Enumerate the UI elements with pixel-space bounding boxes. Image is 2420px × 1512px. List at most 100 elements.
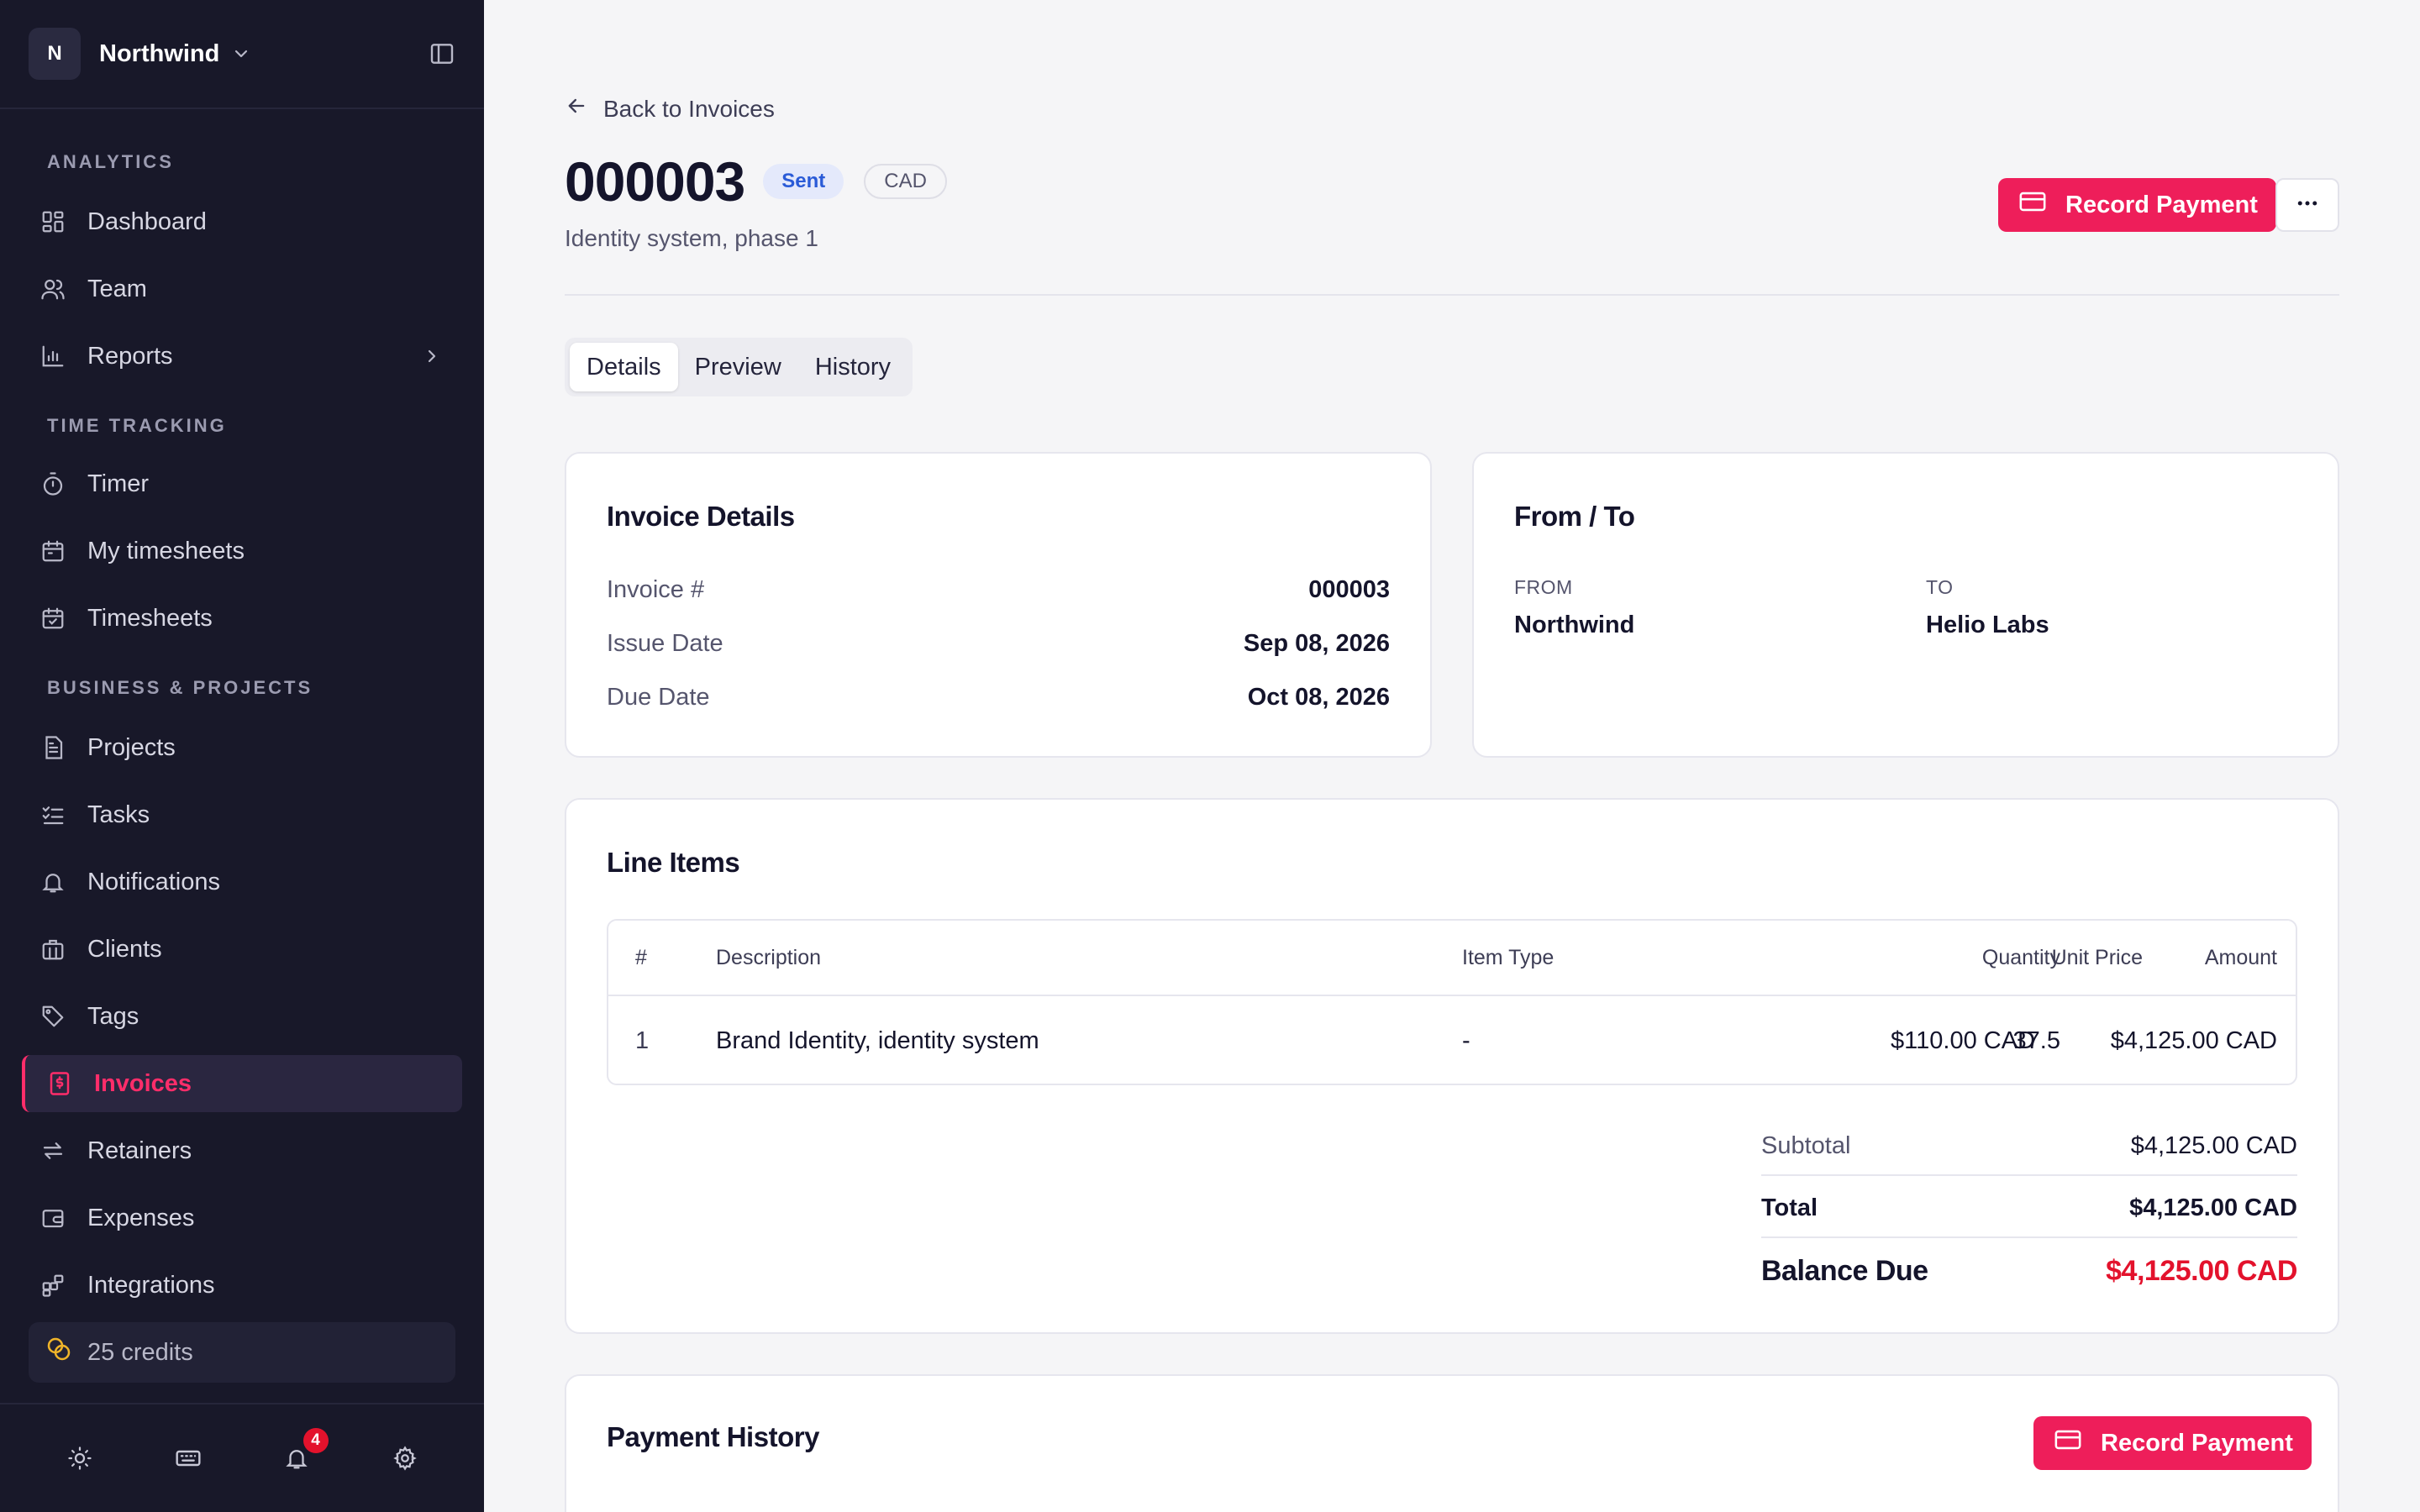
- field-value: Sep 08, 2026: [1243, 630, 1390, 657]
- sidebar: N Northwind ANALYTICS Dashboard Team Rep…: [0, 0, 484, 1512]
- sidebar-item-dashboard[interactable]: Dashboard: [22, 193, 462, 250]
- card-title: From / To: [1514, 501, 1635, 532]
- main-content: Back to Invoices 000003 Sent CAD Identit…: [484, 0, 2420, 1512]
- subtotal-label: Subtotal: [1761, 1132, 1851, 1159]
- sidebar-item-label: Timesheets: [87, 604, 213, 632]
- sidebar-item-label: Dashboard: [87, 207, 207, 235]
- sidebar-item-timer[interactable]: Timer: [22, 455, 462, 512]
- chevron-right-icon: [422, 346, 442, 366]
- sidebar-item-timesheets[interactable]: Timesheets: [22, 590, 462, 647]
- sidebar-item-label: Timer: [87, 470, 150, 497]
- section-label-analytics: ANALYTICS: [47, 151, 174, 172]
- sidebar-item-label: Integrations: [87, 1271, 215, 1299]
- table-row: 1 Brand Identity, identity system - 37.5…: [608, 996, 2296, 1084]
- record-payment-button-secondary[interactable]: Record Payment: [2033, 1416, 2312, 1470]
- record-payment-button[interactable]: Record Payment: [1998, 178, 2276, 232]
- sidebar-item-team[interactable]: Team: [22, 260, 462, 318]
- invoice-details-card: Invoice Details Invoice # 000003 Issue D…: [565, 452, 1432, 758]
- workspace-header: N Northwind: [0, 0, 484, 109]
- payment-history-card: Payment History Record Payment: [565, 1374, 2339, 1512]
- line-number: 1: [635, 1026, 650, 1054]
- sun-icon[interactable]: [60, 1438, 100, 1478]
- credits-indicator[interactable]: 25 credits: [29, 1322, 455, 1383]
- record-payment-label: Record Payment: [2065, 191, 2258, 218]
- bell-icon[interactable]: 4: [276, 1428, 329, 1478]
- reports-icon: [39, 342, 67, 370]
- header-divider: [565, 294, 2339, 296]
- column-header: Amount: [2204, 945, 2277, 969]
- to-value: Helio Labs: [1926, 612, 2049, 638]
- line-item-type: -: [1462, 1026, 1470, 1054]
- page-title: 000003: [565, 150, 745, 213]
- bell-icon: [39, 868, 67, 896]
- checklist-icon: [39, 801, 67, 829]
- sidebar-item-label: Projects: [87, 733, 176, 761]
- section-label-time-tracking: TIME TRACKING: [47, 415, 227, 436]
- due-date-row: Due Date Oct 08, 2026: [607, 684, 1390, 711]
- column-header: Description: [716, 945, 822, 969]
- workspace-name[interactable]: Northwind: [99, 40, 219, 68]
- field-label: Invoice #: [607, 576, 705, 603]
- timer-icon: [39, 470, 67, 498]
- more-actions-button[interactable]: [2275, 178, 2339, 232]
- tab-details[interactable]: Details: [570, 343, 678, 391]
- tab-bar: Details Preview History: [565, 338, 913, 396]
- briefcase-icon: [39, 935, 67, 963]
- credit-card-icon: [2018, 187, 2047, 223]
- dashboard-icon: [39, 207, 67, 236]
- back-to-invoices-link[interactable]: Back to Invoices: [565, 94, 775, 123]
- card-title: Line Items: [607, 847, 740, 878]
- keyboard-icon[interactable]: [168, 1438, 208, 1478]
- from-label: FROM: [1514, 576, 1573, 598]
- status-badge: Sent: [763, 164, 844, 199]
- sidebar-item-tags[interactable]: Tags: [22, 988, 462, 1045]
- sidebar-item-tasks[interactable]: Tasks: [22, 786, 462, 843]
- integrations-icon: [39, 1271, 67, 1299]
- sidebar-footer: 4: [0, 1403, 484, 1512]
- section-label-business: BUSINESS & PROJECTS: [47, 677, 313, 698]
- currency-badge: CAD: [864, 164, 947, 199]
- sidebar-item-label: Tags: [87, 1002, 139, 1030]
- sidebar-item-label: Notifications: [87, 868, 220, 895]
- sidebar-item-notifications[interactable]: Notifications: [22, 853, 462, 911]
- sidebar-item-clients[interactable]: Clients: [22, 921, 462, 978]
- card-title: Invoice Details: [607, 501, 795, 532]
- issue-date-row: Issue Date Sep 08, 2026: [607, 630, 1390, 658]
- sidebar-item-invoices[interactable]: Invoices: [22, 1055, 462, 1112]
- from-to-card: From / To FROM Northwind TO Helio Labs: [1472, 452, 2339, 758]
- tab-history[interactable]: History: [798, 343, 908, 391]
- card-title: Payment History: [607, 1421, 819, 1452]
- arrow-left-icon: [565, 94, 588, 123]
- wallet-icon: [39, 1204, 67, 1232]
- sidebar-item-my-timesheets[interactable]: My timesheets: [22, 522, 462, 580]
- tab-preview[interactable]: Preview: [678, 343, 798, 391]
- chevron-down-icon[interactable]: [231, 44, 251, 64]
- column-header: Item Type: [1462, 945, 1555, 969]
- to-label: TO: [1926, 576, 1954, 598]
- totals-divider: [1761, 1174, 2297, 1176]
- line-unit-price: $110.00 CAD: [1891, 1026, 2035, 1054]
- team-icon: [39, 275, 67, 303]
- back-link-label: Back to Invoices: [603, 95, 775, 122]
- credits-label: 25 credits: [87, 1338, 193, 1366]
- sidebar-item-integrations[interactable]: Integrations: [22, 1257, 462, 1314]
- repeat-icon: [39, 1137, 67, 1165]
- table-header: # Description Item Type Quantity Unit Pr…: [608, 921, 2296, 996]
- sidebar-item-retainers[interactable]: Retainers: [22, 1122, 462, 1179]
- invoice-number-row: Invoice # 000003: [607, 576, 1390, 604]
- coins-icon: [45, 1336, 72, 1369]
- subtotal-value: $4,125.00 CAD: [2130, 1132, 2297, 1159]
- sidebar-item-projects[interactable]: Projects: [22, 719, 462, 776]
- total-row: Total $4,125.00 CAD: [1761, 1194, 2297, 1222]
- sidebar-item-reports[interactable]: Reports: [22, 328, 462, 385]
- gear-icon[interactable]: [385, 1438, 425, 1478]
- subtotal-row: Subtotal $4,125.00 CAD: [1761, 1132, 2297, 1160]
- total-label: Total: [1761, 1194, 1818, 1221]
- credit-card-icon: [2054, 1425, 2082, 1461]
- sidebar-item-expenses[interactable]: Expenses: [22, 1189, 462, 1247]
- title-row: 000003 Sent CAD: [565, 150, 947, 213]
- balance-due-label: Balance Due: [1761, 1255, 1928, 1287]
- workspace-avatar[interactable]: N: [29, 28, 81, 80]
- sidebar-item-label: Invoices: [94, 1069, 192, 1097]
- sidebar-toggle-icon[interactable]: [429, 40, 455, 67]
